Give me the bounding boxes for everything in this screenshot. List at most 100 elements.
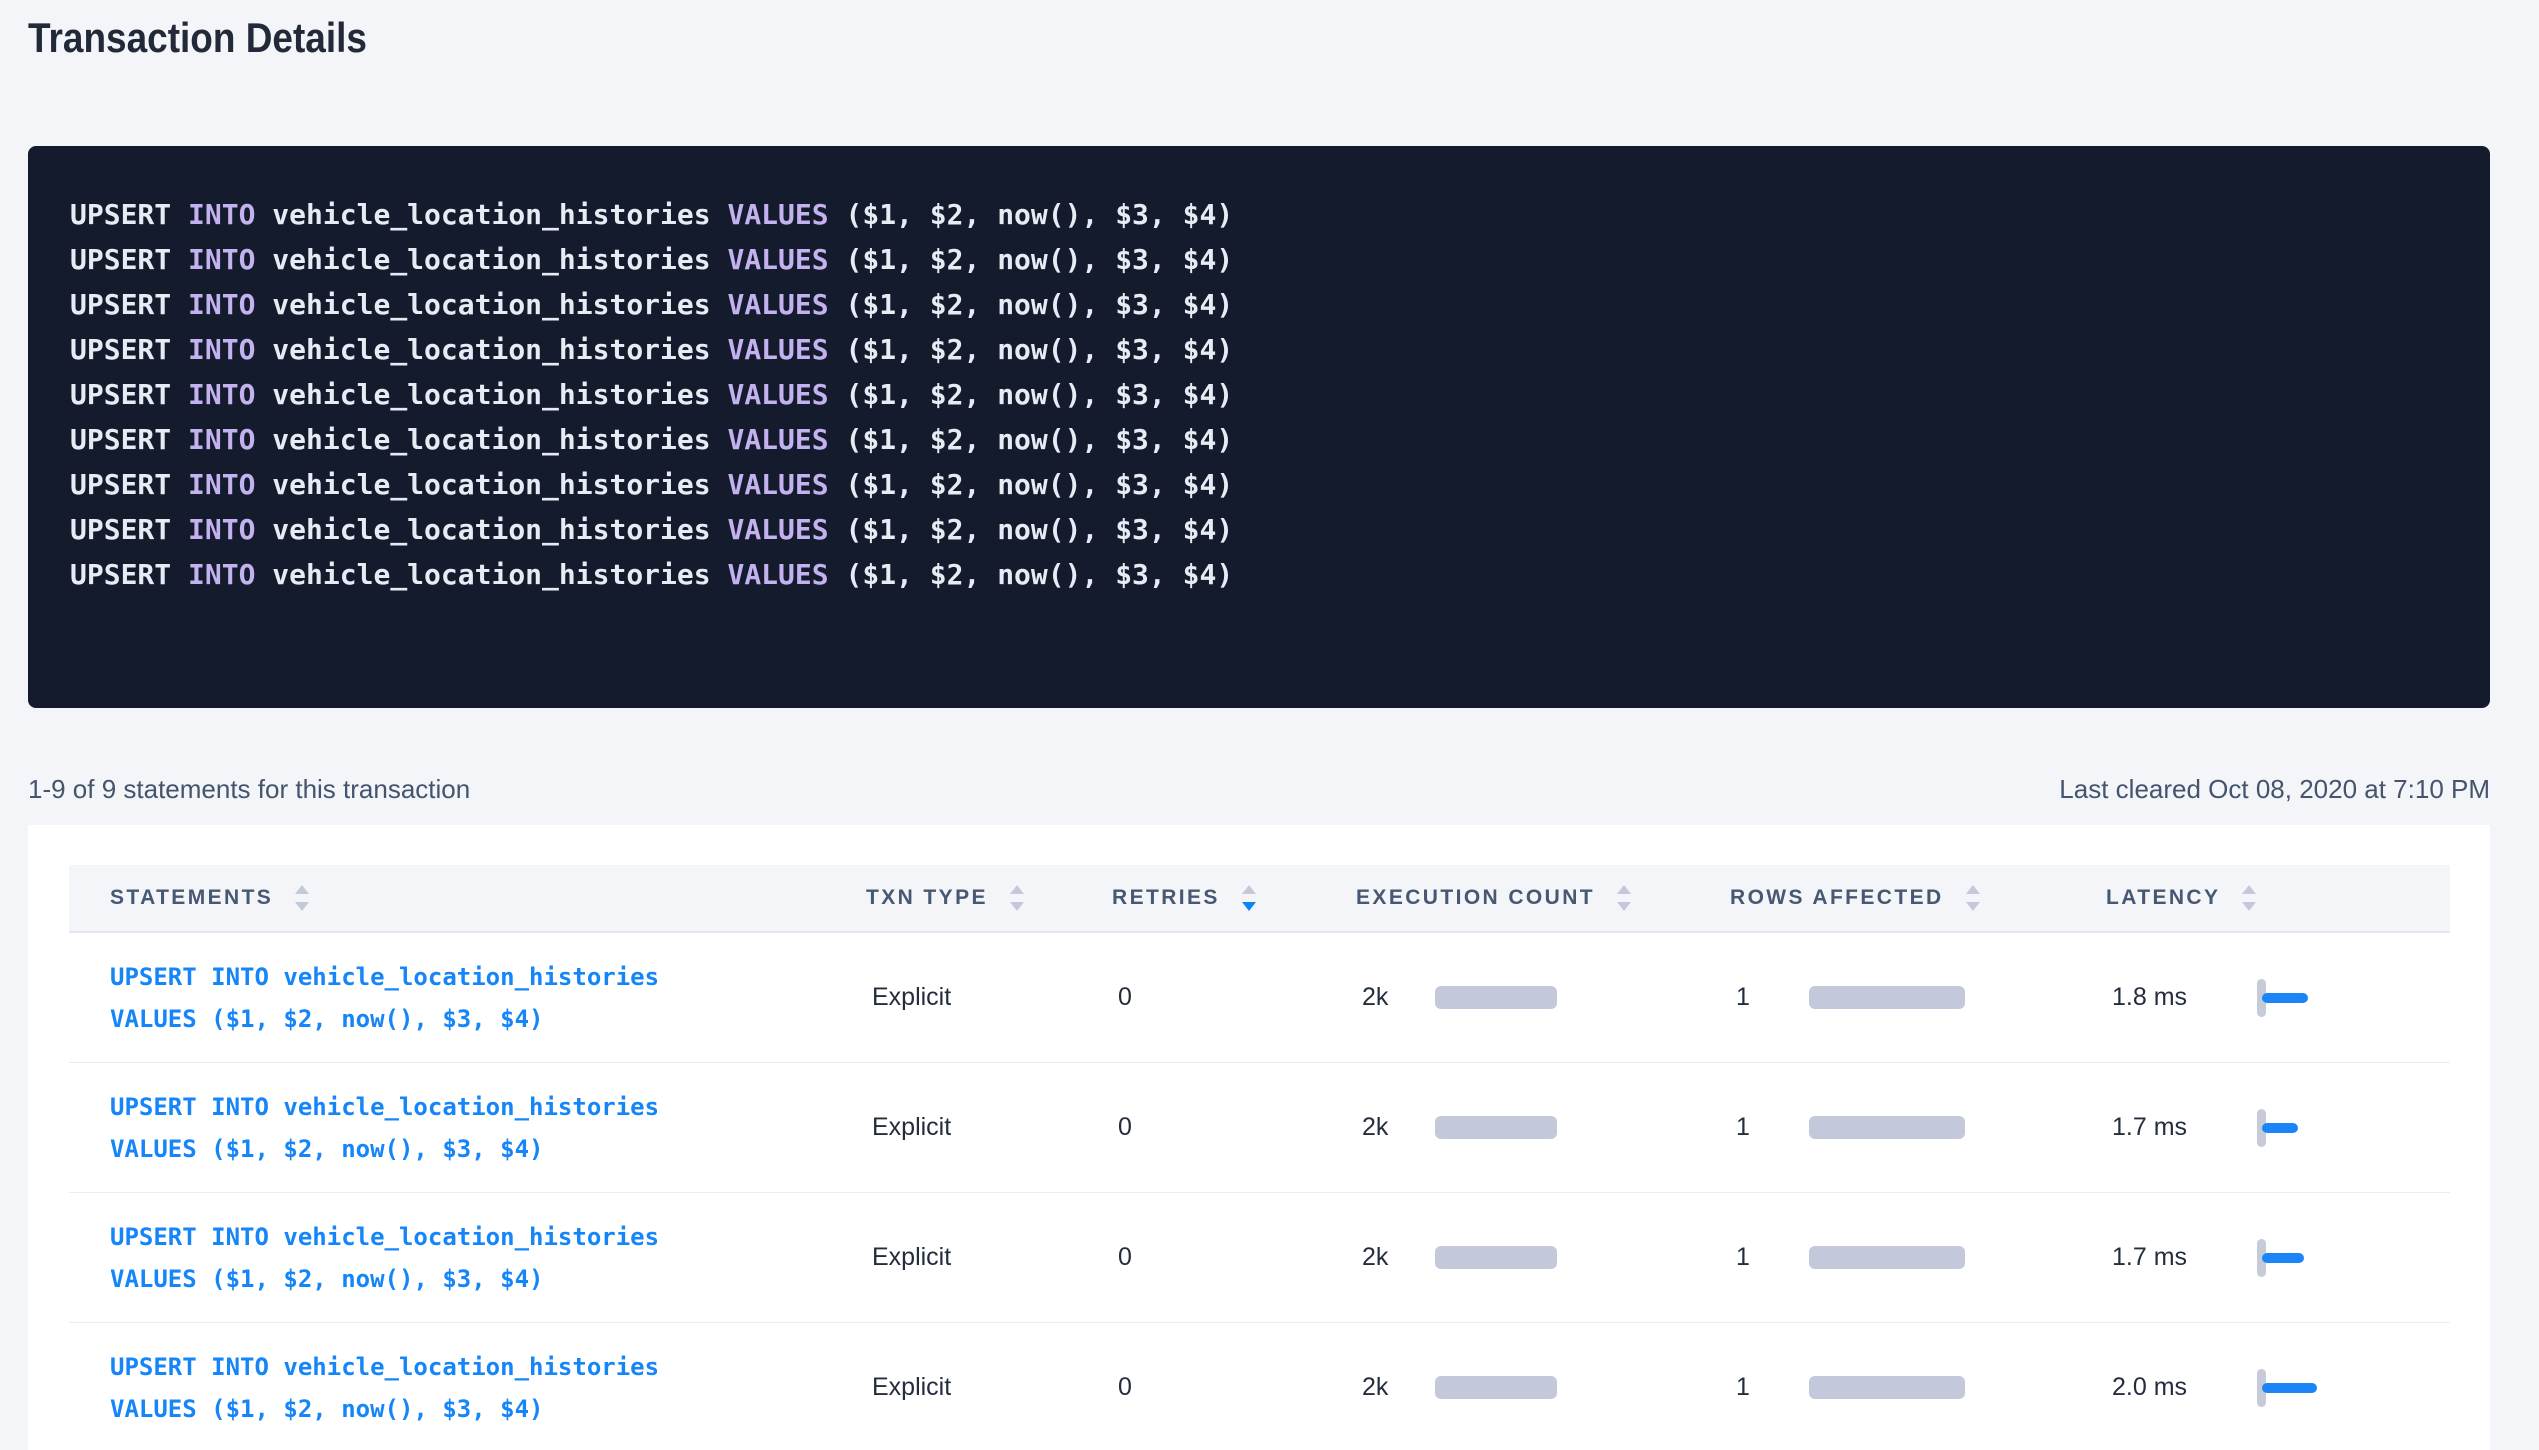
column-header-1[interactable]: TXN TYPE xyxy=(866,885,1112,911)
sql-token-into: INTO xyxy=(188,423,255,456)
sql-token-upsert: UPSERT xyxy=(70,243,188,276)
latency-bar-chart xyxy=(2257,1238,2347,1278)
table-row: UPSERT INTO vehicle_location_histories V… xyxy=(69,1063,2450,1193)
statement-link[interactable]: UPSERT INTO vehicle_location_histories V… xyxy=(110,956,866,1040)
statement-line-2: VALUES ($1, $2, now(), $3, $4) xyxy=(110,1388,866,1430)
rows-affected-value: 1 xyxy=(1736,1373,1809,1402)
rows-affected-value: 1 xyxy=(1736,1243,1809,1272)
rows-affected-cell: 1 xyxy=(1730,983,2106,1012)
latency-bar-chart xyxy=(2257,1368,2347,1408)
sql-token-upsert: UPSERT xyxy=(70,333,188,366)
sql-token-values: VALUES xyxy=(727,333,828,366)
sql-token-values: VALUES xyxy=(727,558,828,591)
latency-value: 1.8 ms xyxy=(2112,983,2257,1012)
latency-blue-bar xyxy=(2262,1253,2304,1263)
rows-affected-bar xyxy=(1809,986,1965,1009)
rows-affected-cell: 1 xyxy=(1730,1243,2106,1272)
table-row: UPSERT INTO vehicle_location_histories V… xyxy=(69,1193,2450,1323)
statement-link[interactable]: UPSERT INTO vehicle_location_histories V… xyxy=(110,1216,866,1300)
sort-caret-up-icon[interactable] xyxy=(295,885,309,894)
column-header-0[interactable]: STATEMENTS xyxy=(69,885,866,911)
sort-carets-icon[interactable] xyxy=(1242,885,1256,911)
sql-token-into: INTO xyxy=(188,288,255,321)
column-header-3[interactable]: EXECUTION COUNT xyxy=(1356,885,1730,911)
sql-token-into: INTO xyxy=(188,333,255,366)
sort-caret-down-icon[interactable] xyxy=(1966,902,1980,911)
sql-token-table: vehicle_location_histories xyxy=(255,333,727,366)
sql-lines: UPSERT INTO vehicle_location_histories V… xyxy=(70,192,2448,597)
execution-count-value: 2k xyxy=(1362,983,1435,1012)
sql-token-upsert: UPSERT xyxy=(70,378,188,411)
sort-caret-down-icon[interactable] xyxy=(1010,902,1024,911)
column-header-label: TXN TYPE xyxy=(866,886,988,910)
execution-count-bar xyxy=(1435,1246,1557,1269)
sort-caret-down-icon[interactable] xyxy=(295,902,309,911)
sql-token-params: ($1, $2, now(), $3, $4) xyxy=(829,558,1234,591)
latency-value: 1.7 ms xyxy=(2112,1243,2257,1272)
latency-blue-bar xyxy=(2262,1123,2298,1133)
sort-carets-icon[interactable] xyxy=(1010,885,1024,911)
sort-caret-up-icon[interactable] xyxy=(1966,885,1980,894)
sql-token-table: vehicle_location_histories xyxy=(255,198,727,231)
txn-type-cell: Explicit xyxy=(866,1373,1112,1402)
sql-token-upsert: UPSERT xyxy=(70,558,188,591)
sql-token-table: vehicle_location_histories xyxy=(255,468,727,501)
sql-token-table: vehicle_location_histories xyxy=(255,378,727,411)
sql-line: UPSERT INTO vehicle_location_histories V… xyxy=(70,282,2448,327)
latency-value: 2.0 ms xyxy=(2112,1373,2257,1402)
rows-affected-bar xyxy=(1809,1246,1965,1269)
sql-token-params: ($1, $2, now(), $3, $4) xyxy=(829,198,1234,231)
execution-count-cell: 2k xyxy=(1356,1373,1730,1402)
rows-affected-cell: 1 xyxy=(1730,1373,2106,1402)
column-header-label: STATEMENTS xyxy=(110,886,273,910)
sort-caret-up-icon[interactable] xyxy=(1242,885,1256,894)
column-header-4[interactable]: ROWS AFFECTED xyxy=(1730,885,2106,911)
sql-token-params: ($1, $2, now(), $3, $4) xyxy=(829,513,1234,546)
sort-caret-up-icon[interactable] xyxy=(1617,885,1631,894)
statement-cell: UPSERT INTO vehicle_location_histories V… xyxy=(69,956,866,1040)
sort-caret-up-icon[interactable] xyxy=(2242,885,2256,894)
sql-token-table: vehicle_location_histories xyxy=(255,423,727,456)
sql-statements-box: UPSERT INTO vehicle_location_histories V… xyxy=(28,146,2490,708)
sql-line: UPSERT INTO vehicle_location_histories V… xyxy=(70,417,2448,462)
rows-affected-bar xyxy=(1809,1376,1965,1399)
sql-token-params: ($1, $2, now(), $3, $4) xyxy=(829,288,1234,321)
sql-token-params: ($1, $2, now(), $3, $4) xyxy=(829,468,1234,501)
statement-link[interactable]: UPSERT INTO vehicle_location_histories V… xyxy=(110,1346,866,1430)
sort-carets-icon[interactable] xyxy=(1617,885,1631,911)
statement-cell: UPSERT INTO vehicle_location_histories V… xyxy=(69,1216,866,1300)
statements-count-label: 1-9 of 9 statements for this transaction xyxy=(28,774,470,805)
sort-caret-down-icon[interactable] xyxy=(1617,902,1631,911)
sort-caret-down-icon[interactable] xyxy=(1242,902,1256,911)
statement-line-1: UPSERT INTO vehicle_location_histories xyxy=(110,1216,866,1258)
sql-line: UPSERT INTO vehicle_location_histories V… xyxy=(70,372,2448,417)
sql-line: UPSERT INTO vehicle_location_histories V… xyxy=(70,237,2448,282)
execution-count-value: 2k xyxy=(1362,1113,1435,1142)
last-cleared-label: Last cleared Oct 08, 2020 at 7:10 PM xyxy=(2059,774,2490,805)
execution-count-bar xyxy=(1435,1376,1557,1399)
table-body: UPSERT INTO vehicle_location_histories V… xyxy=(28,933,2490,1450)
sql-token-into: INTO xyxy=(188,198,255,231)
latency-blue-bar xyxy=(2262,993,2308,1003)
execution-count-value: 2k xyxy=(1362,1373,1435,1402)
sort-caret-down-icon[interactable] xyxy=(2242,902,2256,911)
sort-caret-up-icon[interactable] xyxy=(1010,885,1024,894)
column-header-label: RETRIES xyxy=(1112,886,1220,910)
sort-carets-icon[interactable] xyxy=(295,885,309,911)
sort-carets-icon[interactable] xyxy=(1966,885,1980,911)
sql-line: UPSERT INTO vehicle_location_histories V… xyxy=(70,327,2448,372)
column-header-5[interactable]: LATENCY xyxy=(2106,885,2450,911)
statement-line-2: VALUES ($1, $2, now(), $3, $4) xyxy=(110,998,866,1040)
sql-token-params: ($1, $2, now(), $3, $4) xyxy=(829,423,1234,456)
sort-carets-icon[interactable] xyxy=(2242,885,2256,911)
txn-type-cell: Explicit xyxy=(866,1113,1112,1142)
statement-link[interactable]: UPSERT INTO vehicle_location_histories V… xyxy=(110,1086,866,1170)
statement-cell: UPSERT INTO vehicle_location_histories V… xyxy=(69,1086,866,1170)
sql-token-values: VALUES xyxy=(727,513,828,546)
execution-count-bar xyxy=(1435,1116,1557,1139)
latency-bar-chart xyxy=(2257,1108,2347,1148)
sql-token-values: VALUES xyxy=(727,468,828,501)
statement-line-1: UPSERT INTO vehicle_location_histories xyxy=(110,1086,866,1128)
sql-token-upsert: UPSERT xyxy=(70,468,188,501)
column-header-2[interactable]: RETRIES xyxy=(1112,885,1356,911)
